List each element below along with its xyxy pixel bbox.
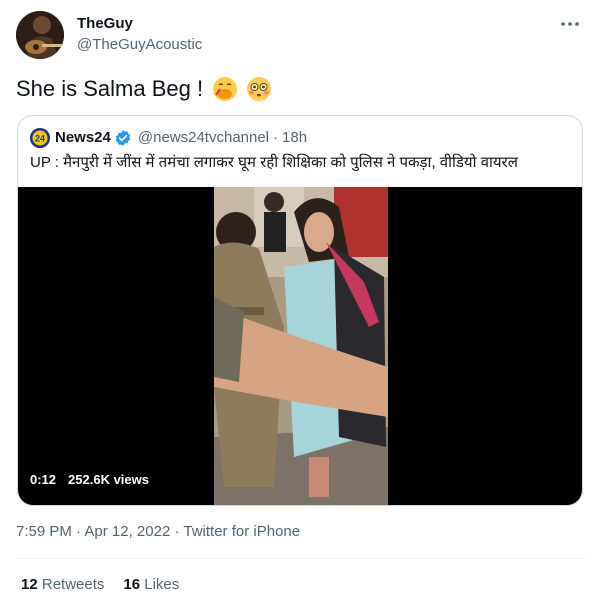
quoted-handle[interactable]: @news24tvchannel bbox=[138, 128, 269, 148]
likes-count: 16 bbox=[123, 576, 141, 593]
timestamp-separator: · bbox=[174, 523, 180, 540]
tweet-text-content: She is Salma Beg ! bbox=[16, 76, 204, 101]
display-name[interactable]: TheGuy bbox=[77, 14, 202, 33]
avatar-image bbox=[16, 11, 64, 59]
user-handle[interactable]: @TheGuyAcoustic bbox=[77, 35, 202, 54]
timestamp-separator: · bbox=[76, 523, 82, 540]
svg-text:24: 24 bbox=[35, 134, 45, 144]
author-block: TheGuy @TheGuyAcoustic bbox=[77, 14, 202, 54]
tweet-text: She is Salma Beg ! bbox=[16, 74, 273, 104]
flushed-face-icon bbox=[247, 77, 272, 101]
video-player[interactable]: 0:12 252.6K views bbox=[18, 187, 582, 505]
tweet-timestamp: 7:59 PM · Apr 12, 2022 · Twitter for iPh… bbox=[16, 522, 300, 542]
avatar[interactable] bbox=[16, 11, 64, 59]
likes-stat[interactable]: 16 Likes bbox=[123, 575, 179, 595]
tweet-time[interactable]: 7:59 PM bbox=[16, 523, 72, 540]
video-duration: 0:12 bbox=[30, 472, 57, 487]
quoted-display-name[interactable]: News24 bbox=[55, 128, 111, 148]
video-views: 252.6K views bbox=[68, 472, 149, 487]
tweet-source[interactable]: Twitter for iPhone bbox=[183, 523, 300, 540]
video-frame bbox=[214, 187, 388, 505]
retweets-label: Retweets bbox=[41, 576, 105, 593]
tweet-date[interactable]: Apr 12, 2022 bbox=[84, 523, 170, 540]
retweets-stat[interactable]: 12 Retweets bbox=[21, 575, 104, 595]
more-options-button[interactable] bbox=[558, 12, 582, 36]
quoted-tweet[interactable]: 24 News24 @news24tvchannel · 18h UP : मै… bbox=[17, 115, 583, 506]
quoted-tweet-text: UP : मैनपुरी में जींस में तमंचा लगाकर घू… bbox=[30, 154, 518, 171]
quoted-separator: · bbox=[273, 129, 279, 146]
tweet-card: TheGuy @TheGuyAcoustic She is Salma Beg … bbox=[0, 0, 602, 609]
face-with-hand-over-mouth-icon bbox=[213, 77, 238, 101]
likes-label: Likes bbox=[144, 576, 180, 593]
news24-logo-icon: 24 bbox=[30, 128, 50, 148]
divider bbox=[16, 558, 586, 559]
video-stats: 0:12 252.6K views bbox=[30, 472, 149, 488]
quoted-time-ago[interactable]: 18h bbox=[282, 128, 307, 148]
verified-badge-icon bbox=[114, 129, 132, 147]
engagement-stats: 12 Retweets 16 Likes bbox=[21, 575, 179, 595]
retweets-count: 12 bbox=[21, 576, 38, 593]
more-horizontal-icon bbox=[561, 22, 579, 26]
quoted-tweet-header: 24 News24 @news24tvchannel · 18h bbox=[30, 128, 307, 148]
